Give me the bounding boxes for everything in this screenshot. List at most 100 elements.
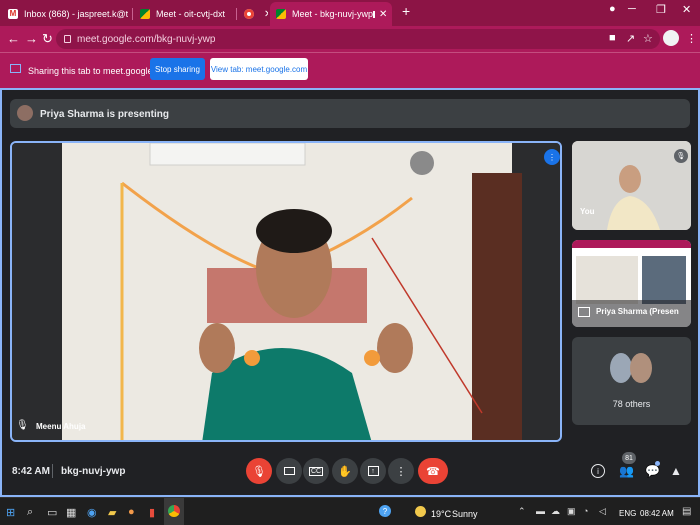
task-view-icon[interactable]: ▭ (47, 506, 57, 519)
tab-recording[interactable]: ✕ (238, 2, 268, 26)
bookmark-star-icon[interactable]: ☆ (643, 32, 653, 45)
weather-condition: Sunny (452, 509, 478, 519)
open-external-icon[interactable]: ↗ (626, 32, 635, 45)
unread-dot (655, 461, 660, 466)
mic-off-icon: 🎙 (252, 465, 266, 478)
tab-meet-bkg-active[interactable]: Meet - bkg-nuvj-ywp ✕ (270, 2, 392, 26)
presenter-tile-label: Priya Sharma (Presen (596, 307, 679, 316)
tab-meet-oit-label: Meet - oit-cvtj-dxt (156, 9, 226, 19)
tab-gmail-label: Inbox (868) - jaspreet.k@theindi (24, 9, 128, 19)
divider (52, 464, 53, 478)
self-view-tile[interactable]: 🎙 You (572, 141, 691, 230)
restore-icon[interactable]: ❐ (656, 3, 666, 16)
account-avatar[interactable] (663, 30, 679, 46)
people-icon: 👥 (619, 464, 634, 478)
volume-icon[interactable]: ◁ (599, 506, 606, 517)
mic-icon: 🎙 (16, 420, 29, 431)
gmail-icon: M (8, 9, 18, 19)
participant-count-badge: 81 (622, 452, 636, 464)
self-label: You (580, 207, 595, 216)
captions-button[interactable]: CC (303, 458, 329, 484)
main-participant-name: Meenu Ahuja (36, 422, 86, 431)
edge-icon[interactable]: ◉ (87, 506, 97, 519)
wifi-icon[interactable]: ◔ (583, 506, 588, 516)
meeting-code: bkg-nuvj-ywp (61, 466, 126, 477)
more-options-button[interactable]: ⋮ (388, 458, 414, 484)
main-video-tile[interactable]: ⋮ 🎙 Meenu Ahuja (10, 141, 562, 442)
lock-icon (64, 35, 71, 43)
screen-share-icon (10, 64, 21, 73)
others-tile[interactable]: 78 others (572, 337, 691, 425)
taskbar-clock[interactable]: 08:42 AM (640, 509, 674, 518)
activities-icon: ▲ (670, 464, 682, 478)
tab-meet-bkg-label: Meet - bkg-nuvj-ywp (292, 9, 374, 19)
presenting-text: Priya Sharma is presenting (40, 109, 169, 120)
present-button[interactable]: ↑ (360, 458, 386, 484)
leave-call-button[interactable]: ☎ (418, 458, 448, 484)
chat-button[interactable]: 💬 (645, 464, 660, 478)
presenter-tile[interactable]: Priya Sharma (Presen (572, 240, 691, 327)
mic-off-icon: 🎙 (674, 149, 688, 163)
notifications-icon[interactable]: ▤ (682, 506, 691, 517)
stop-sharing-button[interactable]: Stop sharing (150, 58, 205, 80)
meet-icon (140, 9, 150, 19)
more-vert-icon: ⋮ (395, 465, 407, 478)
camera-icon (283, 467, 295, 475)
chrome-menu-icon[interactable]: ⋮ (686, 32, 697, 45)
presenter-screen-main (576, 256, 638, 304)
main-video-frame (12, 143, 560, 440)
url-text: meet.google.com/bkg-nuvj-ywp (77, 33, 216, 45)
raise-hand-button[interactable]: ✋ (332, 458, 358, 484)
profile-icon[interactable]: ● (609, 3, 616, 15)
captions-icon: CC (308, 466, 324, 476)
meeting-details-button[interactable]: i (591, 464, 605, 478)
forward-icon[interactable]: → (25, 31, 38, 46)
minimize-icon[interactable]: ─ (628, 3, 636, 15)
reload-icon[interactable]: ↻ (42, 31, 53, 47)
tab-divider (132, 8, 133, 20)
chevron-up-icon[interactable]: ⌃ (518, 506, 526, 517)
system-tray-icon[interactable]: ▬ (536, 506, 545, 516)
tab-gmail[interactable]: M Inbox (868) - jaspreet.k@theindi ✕ (2, 2, 128, 26)
screen-icon[interactable]: ▣ (567, 506, 576, 517)
people-button[interactable]: 👥 (619, 464, 634, 478)
weather-sun-icon (415, 506, 426, 517)
mic-toggle-button[interactable]: 🎙 (246, 458, 272, 484)
participant-avatar (610, 353, 632, 383)
close-icon[interactable]: ✕ (260, 9, 268, 20)
chat-icon: 💬 (645, 464, 660, 478)
address-bar[interactable]: meet.google.com/bkg-nuvj-ywp (56, 29, 660, 49)
view-tab-button[interactable]: View tab: meet.google.com (210, 58, 308, 80)
tab-meet-oit[interactable]: Meet - oit-cvtj-dxt (134, 2, 234, 26)
hand-icon: ✋ (338, 465, 352, 478)
widgets-icon[interactable]: ▦ (66, 506, 76, 519)
firefox-icon[interactable]: ● (128, 506, 135, 518)
camera-indicator-icon[interactable]: ■ (609, 32, 616, 44)
meet-icon (276, 9, 286, 19)
meeting-time: 8:42 AM (12, 466, 50, 477)
language-indicator[interactable]: ENG (619, 509, 636, 518)
participant-avatar (630, 353, 652, 383)
recording-icon (244, 9, 254, 19)
camera-toggle-button[interactable] (276, 458, 302, 484)
hang-up-icon: ☎ (426, 465, 440, 478)
chrome-taskbar-item[interactable] (164, 498, 184, 525)
speaking-indicator-icon: ⋮ (544, 149, 560, 165)
office-icon[interactable]: ▮ (149, 506, 155, 519)
close-icon[interactable]: ✕ (375, 9, 387, 20)
search-icon[interactable]: ⌕ (27, 506, 33, 519)
activities-button[interactable]: ▲ (670, 464, 682, 478)
window-close-icon[interactable]: ✕ (682, 3, 691, 16)
presenter-screen-grid (642, 256, 686, 304)
help-icon[interactable]: ? (379, 505, 391, 517)
others-count: 78 others (612, 399, 651, 409)
presenter-avatar (17, 105, 33, 121)
start-button[interactable]: ⊞ (6, 506, 15, 519)
back-icon[interactable]: ← (7, 31, 20, 46)
present-icon: ↑ (367, 466, 379, 476)
cloud-icon[interactable]: ☁ (551, 506, 560, 517)
file-explorer-icon[interactable]: ▰ (108, 506, 116, 519)
tab-divider (236, 8, 237, 20)
windows-taskbar (0, 497, 700, 525)
new-tab-button[interactable]: + (402, 3, 410, 19)
